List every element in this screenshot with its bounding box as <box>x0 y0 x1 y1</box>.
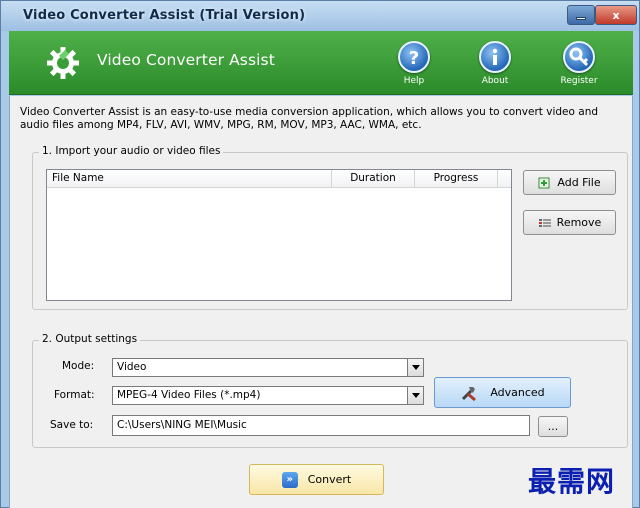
watermark-text: 最需网 <box>528 465 616 498</box>
question-icon: ? <box>398 41 430 73</box>
gear-icon <box>47 47 79 79</box>
tools-icon <box>462 386 477 401</box>
mode-value: Video <box>117 361 147 373</box>
mode-select[interactable]: Video <box>112 358 424 377</box>
column-progress[interactable]: Progress <box>415 170 498 187</box>
app-name: Video Converter Assist <box>97 51 275 69</box>
advanced-label: Advanced <box>490 386 545 399</box>
convert-button[interactable]: » Convert <box>249 464 384 495</box>
close-icon: x <box>612 8 620 22</box>
chevron-down-icon[interactable] <box>407 359 423 376</box>
description-text: Video Converter Assist is an easy-to-use… <box>20 106 599 131</box>
register-label: Register <box>560 76 598 86</box>
import-legend: 1. Import your audio or video files <box>39 145 224 157</box>
convert-icon: » <box>281 471 298 488</box>
save-to-label: Save to: <box>50 419 94 431</box>
mode-label: Mode: <box>62 360 95 372</box>
file-list-header: File Name Duration Progress <box>47 170 511 188</box>
add-file-label: Add File <box>557 176 601 189</box>
close-button[interactable]: x <box>595 5 637 25</box>
minimize-icon <box>576 16 586 20</box>
info-icon <box>479 41 511 73</box>
help-button[interactable]: ? Help <box>384 41 444 93</box>
add-file-icon <box>538 177 550 188</box>
output-legend: 2. Output settings <box>39 333 141 345</box>
convert-label: Convert <box>307 473 352 486</box>
format-select[interactable]: MPEG-4 Video Files (*.mp4) <box>112 386 424 405</box>
register-button[interactable]: Register <box>549 41 609 93</box>
browse-button[interactable]: ... <box>538 416 568 437</box>
remove-label: Remove <box>556 216 602 229</box>
help-label: Help <box>403 76 425 86</box>
format-label: Format: <box>54 389 95 401</box>
header-banner: Video Converter Assist ? Help About Regi… <box>9 31 633 95</box>
file-list[interactable]: File Name Duration Progress <box>46 169 512 301</box>
save-path-input[interactable]: C:\Users\NING MEI\Music <box>112 415 530 436</box>
column-duration[interactable]: Duration <box>332 170 415 187</box>
about-label: About <box>481 76 509 86</box>
window-title: Video Converter Assist (Trial Version) <box>23 8 306 23</box>
add-file-button[interactable]: Add File <box>523 170 616 195</box>
column-file-name[interactable]: File Name <box>47 170 332 187</box>
svg-text:?: ? <box>409 48 419 69</box>
format-value: MPEG-4 Video Files (*.mp4) <box>117 389 261 401</box>
minimize-button[interactable] <box>567 5 595 25</box>
remove-button[interactable]: Remove <box>523 210 616 235</box>
about-button[interactable]: About <box>465 41 525 93</box>
advanced-button[interactable]: Advanced <box>434 377 571 408</box>
remove-icon <box>538 218 551 227</box>
chevron-down-icon[interactable] <box>407 387 423 404</box>
title-bar[interactable]: Video Converter Assist (Trial Version) x <box>1 1 639 31</box>
key-icon <box>563 41 595 73</box>
